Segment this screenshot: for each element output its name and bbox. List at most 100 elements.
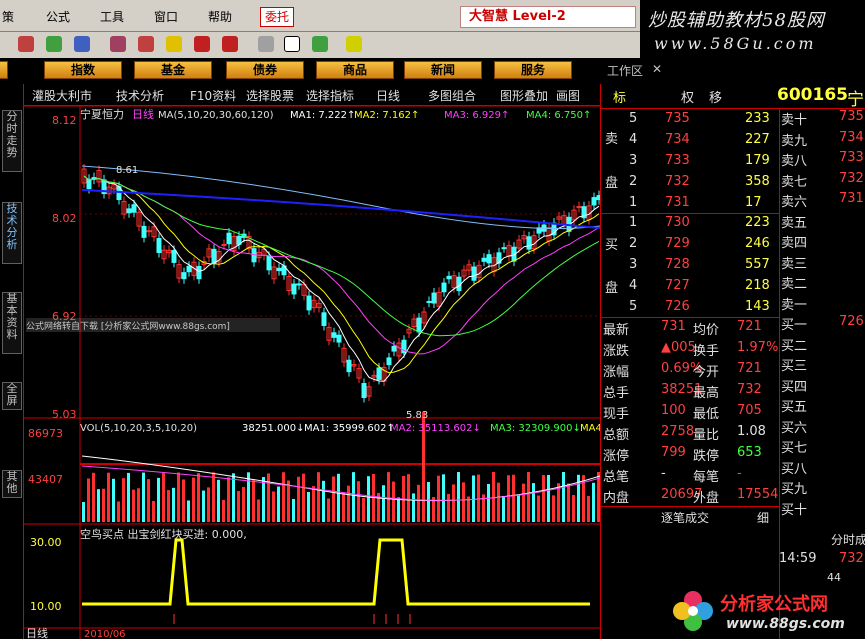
tick-detail-button[interactable]: 细 <box>757 509 769 526</box>
volume-bar <box>462 482 465 522</box>
level2-price[interactable]: 732 <box>839 171 864 186</box>
sell-level: 2 <box>629 174 638 189</box>
tab-yi[interactable]: 移 <box>709 87 722 106</box>
alert-icon[interactable] <box>138 36 154 52</box>
cat-service[interactable]: 服务 <box>494 61 572 79</box>
candle-body <box>321 312 327 326</box>
stat-key: 最高 <box>693 386 720 401</box>
buy-price[interactable]: 727 <box>665 278 690 293</box>
menu-help[interactable]: 帮助 <box>208 8 232 25</box>
sell-price[interactable]: 731 <box>665 195 690 210</box>
site-logo: 炒股辅助教材58股网 www.58Gu.com <box>640 0 865 58</box>
buy-price[interactable]: 728 <box>665 257 690 272</box>
tab-daily[interactable]: 日线 <box>376 87 400 104</box>
tab-technical[interactable]: 技术分析 <box>116 87 164 104</box>
tab-quan[interactable]: 权 <box>681 87 694 106</box>
sell-price[interactable]: 732 <box>665 174 690 189</box>
trust-button[interactable]: 委托 <box>260 7 294 27</box>
red-circle-icon[interactable] <box>194 36 210 52</box>
volume-bar <box>322 480 325 522</box>
tab-select-stock[interactable]: 选择股票 <box>246 87 294 104</box>
books-icon[interactable] <box>312 36 328 52</box>
fenxi-name: 分析家公式网 <box>720 594 828 615</box>
record-icon[interactable] <box>222 36 238 52</box>
workarea-label[interactable]: 工作区 <box>607 62 643 79</box>
cat-bond[interactable]: 债券 <box>226 61 304 79</box>
cat-index[interactable]: 指数 <box>44 61 122 79</box>
sell-level: 1 <box>629 195 638 210</box>
filter-icon[interactable] <box>110 36 126 52</box>
menu-formula[interactable]: 公式 <box>46 8 70 25</box>
ind-tick-2: 10.00 <box>30 600 62 613</box>
sell-price[interactable]: 735 <box>665 111 690 126</box>
buy-price[interactable]: 729 <box>665 236 690 251</box>
help-cursor-icon[interactable] <box>346 36 362 52</box>
stat-key: 跌停 <box>693 449 720 464</box>
menu-strategy[interactable]: 策 <box>2 8 14 25</box>
vol-ma3: MA3: 32309.900↓ <box>490 423 581 434</box>
cat-partial[interactable]: 股 <box>0 61 8 79</box>
mail-icon[interactable] <box>258 36 274 52</box>
tab-f10[interactable]: F10资料 <box>190 87 236 104</box>
volume-bar <box>487 484 490 522</box>
volume-bar <box>317 472 320 522</box>
level2-price[interactable]: 734 <box>839 130 864 145</box>
volume-bar <box>127 472 130 522</box>
candle-body <box>126 208 132 214</box>
sell-volume: 358 <box>745 174 770 189</box>
side-tab-other[interactable]: 其他 <box>2 470 22 498</box>
volume-bar <box>302 473 305 522</box>
cat-news[interactable]: 新闻 <box>404 61 482 79</box>
tab-biao[interactable]: 标 <box>613 87 626 106</box>
volume-bar <box>162 473 165 522</box>
level2-label: 卖一 <box>781 297 808 313</box>
volume-bar <box>457 472 460 522</box>
volume-bar <box>227 477 230 522</box>
menu-window[interactable]: 窗口 <box>154 8 178 25</box>
tab-overlay[interactable]: 图形叠加 <box>500 87 548 104</box>
volume-bar <box>222 499 225 522</box>
volume-bar <box>332 476 335 522</box>
cat-commodity[interactable]: 商品 <box>316 61 394 79</box>
buy-price[interactable]: 730 <box>665 215 690 230</box>
kline-chart[interactable]: 宁夏恒力 日线 MA(5,10,20,30,60,120) MA1: 7.222… <box>24 106 600 639</box>
tab-market[interactable]: 灌股大利市 <box>32 87 92 104</box>
price-tick-1: 8.12 <box>52 114 77 127</box>
stat-key: 最新 <box>603 323 630 338</box>
menu-tools[interactable]: 工具 <box>100 8 124 25</box>
sell-volume: 179 <box>745 153 770 168</box>
tab-select-indicator[interactable]: 选择指标 <box>306 87 354 104</box>
level2-price[interactable]: 735 <box>839 109 864 124</box>
buy-volume: 557 <box>745 257 770 272</box>
sell-volume: 233 <box>745 111 770 126</box>
side-tab-fundamental[interactable]: 基本资料 <box>2 292 22 354</box>
side-tab-technical[interactable]: 技术分析 <box>2 202 22 264</box>
cat-fund[interactable]: 基金 <box>134 61 212 79</box>
sell-price[interactable]: 733 <box>665 153 690 168</box>
level2-price[interactable]: 726 <box>839 314 864 329</box>
quote-icon[interactable] <box>18 36 34 52</box>
volume-bar <box>112 478 115 522</box>
candle-body <box>591 197 597 206</box>
window-icon[interactable] <box>284 36 300 52</box>
level2-price[interactable]: 731 <box>839 191 864 206</box>
side-tab-fullscreen[interactable]: 全屏 <box>2 382 22 410</box>
brand-badge: 大智慧 Level-2 <box>460 6 636 28</box>
stat-value: 799 <box>661 445 686 460</box>
tick-title[interactable]: 逐笔成交 <box>661 509 709 526</box>
stat-key: 均价 <box>693 323 720 338</box>
volume-bar <box>397 497 400 522</box>
volume-bar <box>257 499 260 522</box>
close-icon[interactable]: ✕ <box>652 62 662 76</box>
side-tab-timeshare[interactable]: 分时走势 <box>2 110 22 172</box>
menu-bar: 策 公式 工具 窗口 帮助 委托 大智慧 Level-2 <box>0 0 640 32</box>
chart-icon[interactable] <box>46 36 62 52</box>
binoculars-icon[interactable] <box>74 36 90 52</box>
tab-multi-chart[interactable]: 多图组合 <box>428 87 476 104</box>
tab-draw[interactable]: 画图 <box>556 87 580 104</box>
diamond-icon[interactable] <box>166 36 182 52</box>
candle-body <box>501 247 507 250</box>
sell-price[interactable]: 734 <box>665 132 690 147</box>
buy-price[interactable]: 726 <box>665 299 690 314</box>
level2-price[interactable]: 733 <box>839 150 864 165</box>
